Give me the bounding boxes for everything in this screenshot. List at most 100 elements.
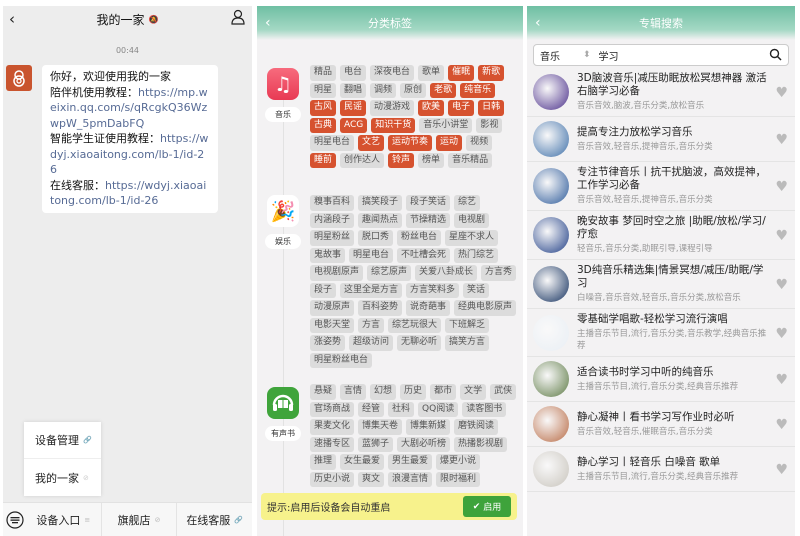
tag[interactable]: 经管 [358,401,385,417]
tag[interactable]: 电影天堂 [310,317,355,333]
tag[interactable]: 热播影视剧 [454,436,508,452]
tag[interactable]: 方言 [358,317,385,333]
tag[interactable]: 精品 [310,65,337,81]
tag-selected[interactable]: 睡前 [310,152,337,168]
tag[interactable]: 这里全是方言 [340,282,403,298]
search-input[interactable]: 学习 [599,48,619,63]
tag[interactable]: 历史 [400,384,427,400]
album-item[interactable]: 静心学习丨轻音乐 白噪音 歌单 主播音乐节目,流行,音乐分类,经典音乐推荐 ♥ [527,447,795,492]
tag[interactable]: 榜单 [418,152,445,168]
tag[interactable]: 明星 [310,82,337,98]
tag-selected[interactable]: 铃声 [388,152,415,168]
tag[interactable]: 限时福利 [436,471,481,487]
heart-icon[interactable]: ♥ [775,326,788,342]
tag[interactable]: 涨姿势 [310,335,346,351]
album-item[interactable]: 3D脑波音乐|减压助眠放松冥想神器 激活右脑学习必备 音乐音效,脑波,音乐分类,… [527,68,795,117]
tag[interactable]: 方言秀 [481,265,517,281]
tag[interactable]: 磨铁阅读 [454,419,499,435]
tag[interactable]: 方言笑料多 [406,282,460,298]
tag[interactable]: 视频 [466,135,493,151]
tag[interactable]: 段子 [310,282,337,298]
tag-selected[interactable]: 老歌 [430,82,457,98]
tag[interactable]: 经典电影原声 [454,300,517,316]
heart-icon[interactable]: ♥ [775,372,788,388]
tag-selected[interactable]: 纯音乐 [460,82,496,98]
tag-selected[interactable]: 知识干货 [371,117,416,133]
tag[interactable]: 综艺原声 [367,265,412,281]
tag[interactable]: 深夜电台 [370,65,415,81]
tag[interactable]: 女生最爱 [340,454,385,470]
search-icon[interactable] [769,48,782,61]
tag[interactable]: 热门综艺 [454,247,499,263]
menu-flagship-store[interactable]: 旗舰店 ⊘ [100,503,177,536]
tag[interactable]: 明星电台 [310,135,355,151]
category-select[interactable]: 音乐 [540,48,560,63]
category-music[interactable]: ♫ 音乐 [265,68,301,122]
menu-item-device-management[interactable]: 设备管理 🔗 [24,422,101,459]
back-icon[interactable]: ‹ [265,15,271,31]
tag[interactable]: 官场商战 [310,401,355,417]
album-item[interactable]: 提高专注力放松学习音乐 音乐音效,轻音乐,提神音乐,音乐分类 ♥ [527,117,795,162]
tag-selected[interactable]: 新歌 [478,65,505,81]
tag[interactable]: 百科姿势 [358,300,403,316]
tag[interactable]: 节操精选 [406,212,451,228]
avatar[interactable] [6,65,32,91]
album-item[interactable]: 零基础学唱歌-轻松学习流行演唱 主播音乐节目,流行,音乐分类,音乐教学,经典音乐… [527,309,795,357]
tag[interactable]: 浪漫言情 [388,471,433,487]
tag[interactable]: 翻唱 [340,82,367,98]
tag[interactable]: 言情 [340,384,367,400]
category-audiobook[interactable]: 有声书 [265,387,301,441]
tag[interactable]: 历史小说 [310,471,355,487]
album-item[interactable]: 适合读书时学习中听的纯音乐 主播音乐节目,流行,音乐分类,经典音乐推荐 ♥ [527,357,795,402]
tag[interactable]: 不吐槽会死 [397,247,451,263]
tag[interactable]: 武侠 [490,384,517,400]
tag-selected[interactable]: 催眠 [448,65,475,81]
tag[interactable]: 下班解乏 [445,317,490,333]
tag-selected[interactable]: 运动节奏 [388,135,433,151]
heart-icon[interactable]: ♥ [775,132,788,148]
tag[interactable]: 搞笑段子 [358,195,403,211]
tag[interactable]: 音乐精品 [448,152,493,168]
tag[interactable]: 粉丝电台 [397,230,442,246]
tag-selected[interactable]: 古典 [310,117,337,133]
tag[interactable]: 趣闻热点 [358,212,403,228]
tag[interactable]: 博集天卷 [358,419,403,435]
tag[interactable]: 电视剧原声 [310,265,364,281]
album-item[interactable]: 专注节律音乐丨抗干扰脑波，高效提神，工作学习必备 音乐音效,轻音乐,提神音乐,音… [527,162,795,211]
tag[interactable]: 搞笑方言 [445,335,490,351]
tag[interactable]: 都市 [430,384,457,400]
tag[interactable]: 悬疑 [310,384,337,400]
sort-arrows-icon[interactable]: ⬍ [583,50,591,60]
tag[interactable]: 明星粉丝电台 [310,352,373,368]
tag[interactable]: 明星电台 [349,247,394,263]
tag[interactable]: 创作达人 [340,152,385,168]
back-icon[interactable]: ‹ [9,10,15,28]
tag[interactable]: 糗事百科 [310,195,355,211]
tag[interactable]: 大剧必听榜 [397,436,451,452]
tag[interactable]: 蓝狮子 [358,436,394,452]
keyboard-icon[interactable] [4,509,26,531]
tag[interactable]: 原创 [400,82,427,98]
tag[interactable]: 星座不求人 [445,230,499,246]
enable-button[interactable]: ✔ 启用 [463,496,511,517]
tag[interactable]: 音乐小讲堂 [419,117,473,133]
album-item[interactable]: 晚安故事 梦回时空之旅 |助眠/放松/学习/疗愈 轻音乐,音乐分类,助眠引导,课… [527,211,795,260]
tag[interactable]: 爆更小说 [436,454,481,470]
tag[interactable]: 脱口秀 [358,230,394,246]
album-item[interactable]: 3D纯音乐精选集|情景冥想/减压/助眠/学习 白噪音,音乐音效,轻音乐,音乐分类… [527,260,795,309]
heart-icon[interactable]: ♥ [775,179,788,195]
heart-icon[interactable]: ♥ [775,462,788,478]
heart-icon[interactable]: ♥ [775,85,788,101]
tag[interactable]: 推理 [310,454,337,470]
heart-icon[interactable]: ♥ [775,417,788,433]
tag-selected[interactable]: ACG [340,117,368,133]
tag[interactable]: 电视剧 [454,212,490,228]
tag[interactable]: 男生最爱 [388,454,433,470]
tag[interactable]: 超级访问 [349,335,394,351]
tag-selected[interactable]: 日韩 [478,100,505,116]
tag-selected[interactable]: 古风 [310,100,337,116]
tag-selected[interactable]: 电子 [448,100,475,116]
tag-selected[interactable]: 运动 [436,135,463,151]
tag[interactable]: 关爱八卦成长 [415,265,478,281]
tag[interactable]: 笑话 [463,282,490,298]
